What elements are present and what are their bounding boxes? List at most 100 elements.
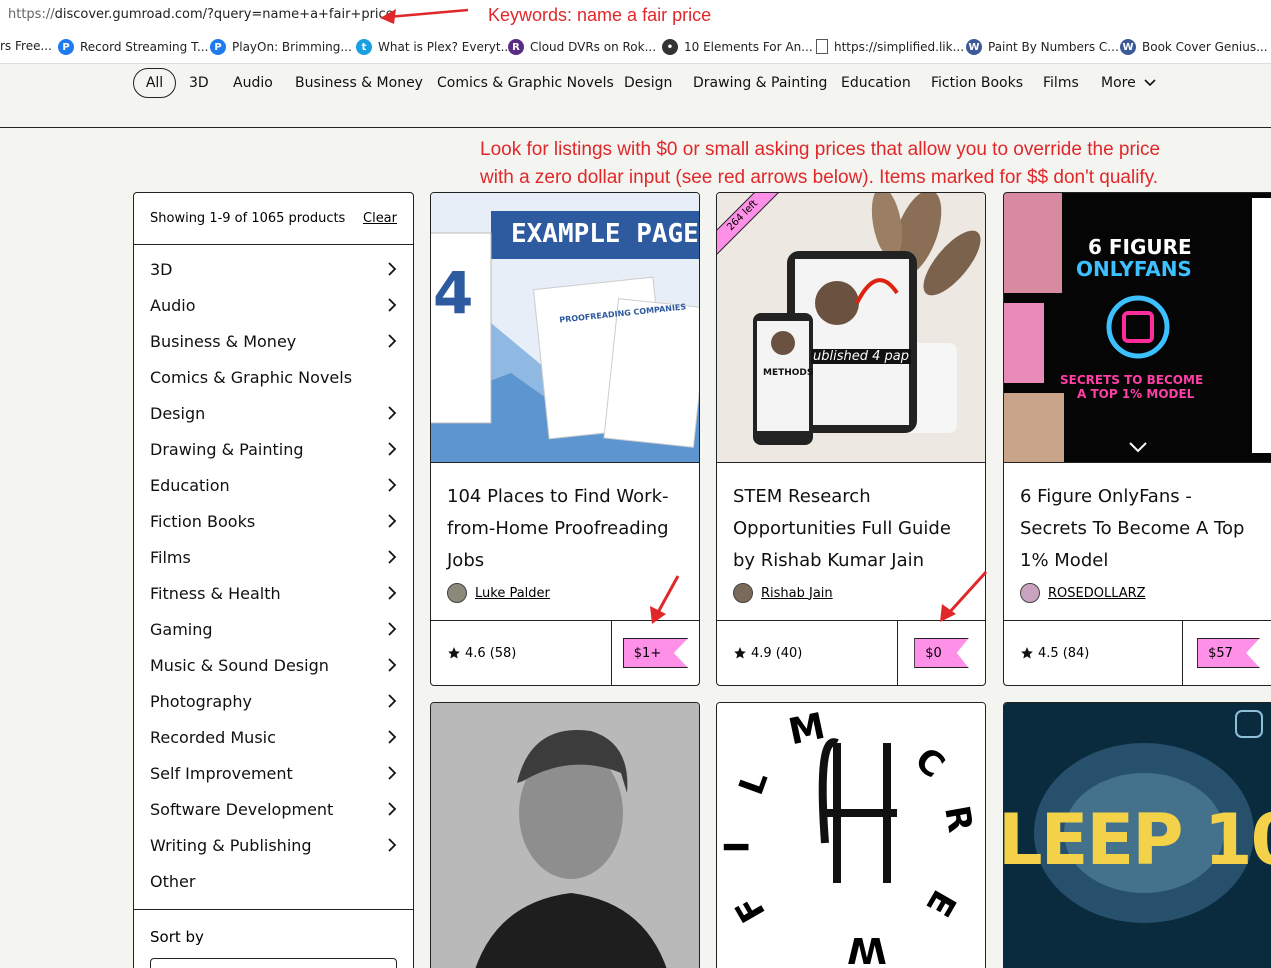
- tab-label: Drawing & Painting: [693, 75, 828, 91]
- tab-business-money[interactable]: Business & Money: [283, 68, 435, 98]
- thumbnail-line-2: ONLYFANS: [1076, 257, 1192, 281]
- chevron-right-icon: [388, 478, 397, 492]
- svg-text:4: 4: [433, 259, 473, 327]
- chevron-right-icon: [388, 766, 397, 780]
- sidebar-item-label: Photography: [150, 691, 252, 711]
- sidebar-item[interactable]: Photography: [134, 683, 413, 719]
- product-title[interactable]: 104 Places to Find Work-from-Home Proofr…: [447, 481, 683, 577]
- chevron-right-icon: [388, 406, 397, 420]
- sidebar-item[interactable]: Business & Money: [134, 323, 413, 359]
- review-count: (84): [1062, 645, 1090, 661]
- sidebar-item[interactable]: Music & Sound Design: [134, 647, 413, 683]
- tab-3d[interactable]: 3D: [177, 68, 221, 98]
- results-header: Showing 1-9 of 1065 products Clear: [134, 193, 413, 245]
- bookmark-item[interactable]: R Cloud DVRs on Rok...: [508, 39, 656, 55]
- bookmark-item[interactable]: P PlayOn: Brimming...: [210, 39, 352, 55]
- sidebar-item[interactable]: Education: [134, 467, 413, 503]
- product-card[interactable]: M C R E W L I F: [716, 702, 986, 968]
- sidebar-item[interactable]: 3D: [134, 251, 413, 287]
- bookmark-item[interactable]: P Record Streaming T...: [58, 39, 208, 55]
- creator-name: Luke Palder: [475, 585, 550, 601]
- product-card[interactable]: [430, 702, 700, 968]
- bookmark-item[interactable]: W Book Cover Genius...: [1120, 39, 1268, 55]
- product-footer: 4.5 (84) $57: [1004, 621, 1271, 685]
- sidebar-item[interactable]: Gaming: [134, 611, 413, 647]
- bookmark-item[interactable]: t What is Plex? Everyt...: [356, 39, 512, 55]
- category-nav: All 3D Audio Business & Money Comics & G…: [0, 64, 1271, 128]
- tab-fiction-books[interactable]: Fiction Books: [919, 68, 1035, 98]
- chevron-right-icon: [388, 838, 397, 852]
- tab-audio[interactable]: Audio: [221, 68, 285, 98]
- sidebar-item[interactable]: Recorded Music: [134, 719, 413, 755]
- bookmark-item[interactable]: W Paint By Numbers C...: [966, 39, 1119, 55]
- bookmark-item[interactable]: rs Free...: [0, 39, 52, 53]
- tab-education[interactable]: Education: [829, 68, 923, 98]
- clear-filters-link[interactable]: Clear: [363, 211, 397, 226]
- tab-drawing-painting[interactable]: Drawing & Painting: [681, 68, 839, 98]
- filter-sidebar: Showing 1-9 of 1065 products Clear 3D Aud…: [133, 192, 414, 968]
- product-card[interactable]: LEEP 10: [1003, 702, 1271, 968]
- thumbnail-caption: ublished 4 pap: [811, 349, 911, 364]
- bookmark-label: 10 Elements For An...: [684, 40, 813, 54]
- sidebar-item[interactable]: Audio: [134, 287, 413, 323]
- chevron-right-icon: [388, 586, 397, 600]
- sort-select[interactable]: [150, 958, 397, 968]
- product-title[interactable]: STEM Research Opportunities Full Guide b…: [733, 481, 969, 577]
- tab-all[interactable]: All: [133, 68, 176, 98]
- stem-research-cover-image: [717, 193, 985, 462]
- bookmark-item[interactable]: • 10 Elements For An...: [662, 39, 813, 55]
- sidebar-item[interactable]: Films: [134, 539, 413, 575]
- product-thumbnail[interactable]: 264 left ublished 4 pap METHODS: [717, 193, 985, 463]
- sidebar-item[interactable]: Comics & Graphic Novels: [134, 359, 413, 395]
- tab-more[interactable]: More: [1089, 68, 1168, 98]
- product-title[interactable]: 6 Figure OnlyFans - Secrets To Become A …: [1020, 481, 1258, 577]
- page-icon: [816, 39, 828, 54]
- chevron-right-icon: [388, 730, 397, 744]
- film-letter: I: [717, 840, 758, 854]
- tab-films[interactable]: Films: [1031, 68, 1091, 98]
- tab-label: 3D: [189, 75, 209, 91]
- portrait-thumbnail-image: [431, 703, 699, 968]
- product-card[interactable]: 6 FIGURE ONLYFANS SECRETS TO BECOME A TO…: [1003, 192, 1271, 686]
- product-thumbnail[interactable]: 6 FIGURE ONLYFANS SECRETS TO BECOME A TO…: [1004, 193, 1271, 463]
- creator-name: Rishab Jain: [761, 585, 833, 601]
- tab-label: Design: [624, 75, 673, 91]
- url-text[interactable]: https://discover.gumroad.com/?query=name…: [8, 7, 394, 22]
- bookmark-label: Book Cover Genius...: [1142, 40, 1268, 54]
- product-info: 6 Figure OnlyFans - Secrets To Become A …: [1004, 463, 1271, 621]
- sleep-title: LEEP 10: [1003, 799, 1271, 881]
- creator-link[interactable]: ROSEDOLLARZ: [1020, 583, 1258, 603]
- sidebar-item-label: Business & Money: [150, 331, 297, 351]
- sidebar-item[interactable]: Drawing & Painting: [134, 431, 413, 467]
- instructions-line-2: with a zero dollar input (see red arrows…: [480, 167, 1159, 188]
- tab-label: All: [145, 75, 164, 91]
- tab-comics[interactable]: Comics & Graphic Novels: [425, 68, 626, 98]
- sidebar-item[interactable]: Self Improvement: [134, 755, 413, 791]
- bookmark-label: https://simplified.lik...: [834, 39, 965, 54]
- product-thumbnail[interactable]: 4 EXAMPLE PAGES PROOFREADING COMPANIES: [431, 193, 699, 463]
- sidebar-item[interactable]: Writing & Publishing: [134, 827, 413, 863]
- chevron-right-icon: [388, 550, 397, 564]
- star-icon: [734, 647, 746, 659]
- sidebar-item[interactable]: Design: [134, 395, 413, 431]
- sidebar-item-label: Other: [150, 871, 196, 891]
- avatar: [733, 583, 753, 603]
- bookmark-item[interactable]: https://simplified.lik...: [816, 39, 964, 54]
- rating: 4.9 (40): [717, 646, 897, 661]
- chevron-right-icon: [388, 694, 397, 708]
- sidebar-item[interactable]: Software Development: [134, 791, 413, 827]
- price-badge: $57: [1197, 638, 1260, 668]
- bookmark-label: What is Plex? Everyt...: [378, 40, 513, 54]
- favicon-icon: P: [58, 39, 74, 55]
- tab-label: Films: [1043, 75, 1079, 91]
- chevron-right-icon: [388, 442, 397, 456]
- tab-label: Fiction Books: [931, 75, 1024, 91]
- sidebar-item[interactable]: Fitness & Health: [134, 575, 413, 611]
- price-arrow-annotation: [940, 570, 988, 622]
- sidebar-item-label: Fitness & Health: [150, 583, 281, 603]
- sidebar-item[interactable]: Other: [134, 863, 413, 899]
- sidebar-item[interactable]: Fiction Books: [134, 503, 413, 539]
- favicon-icon: W: [1120, 39, 1136, 55]
- bookmarks-bar: rs Free... P Record Streaming T... P PlayOn:…: [0, 30, 1271, 64]
- tab-design[interactable]: Design: [612, 68, 684, 98]
